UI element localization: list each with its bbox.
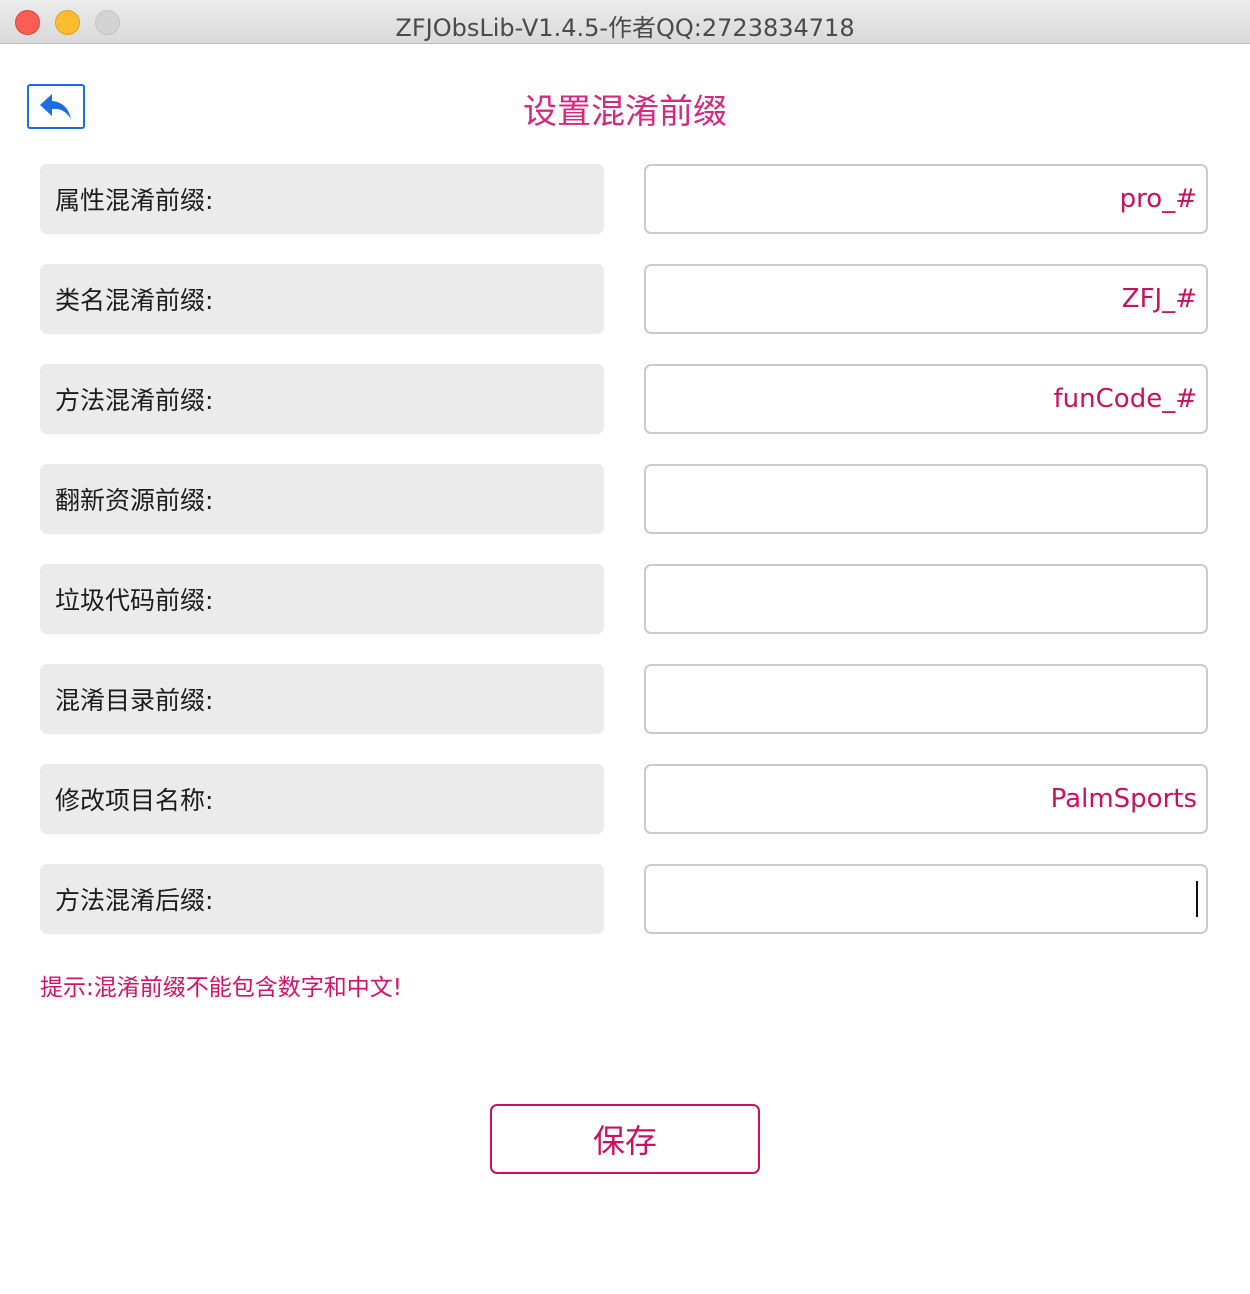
resource-prefix-input[interactable] [644,464,1208,534]
save-button[interactable]: 保存 [490,1104,760,1174]
field-label: 类名混淆前缀: [40,264,604,334]
page-title: 设置混淆前缀 [523,92,727,132]
field-label: 混淆目录前缀: [40,664,604,734]
method-prefix-input[interactable]: funCode_# [644,364,1208,434]
junk-code-prefix-input[interactable] [644,564,1208,634]
form-row-property-prefix: 属性混淆前缀: pro_# [40,164,1208,234]
hint-text: 提示:混淆前缀不能包含数字和中文! [40,975,402,1001]
field-label: 垃圾代码前缀: [40,564,604,634]
field-label: 修改项目名称: [40,764,604,834]
form-row-directory-prefix: 混淆目录前缀: [40,664,1208,734]
class-prefix-input[interactable]: ZFJ_# [644,264,1208,334]
form-row-junk-code-prefix: 垃圾代码前缀: [40,564,1208,634]
form-row-project-name: 修改项目名称: PalmSports [40,764,1208,834]
text-caret [1196,881,1198,917]
form-row-class-prefix: 类名混淆前缀: ZFJ_# [40,264,1208,334]
property-prefix-input[interactable]: pro_# [644,164,1208,234]
window-title: ZFJObsLib-V1.4.5-作者QQ:2723834718 [395,14,855,42]
title-bar: ZFJObsLib-V1.4.5-作者QQ:2723834718 [0,0,1250,44]
method-suffix-input[interactable] [644,864,1208,934]
project-name-input[interactable]: PalmSports [644,764,1208,834]
field-label: 属性混淆前缀: [40,164,604,234]
field-label: 方法混淆后缀: [40,864,604,934]
directory-prefix-input[interactable] [644,664,1208,734]
form-row-resource-prefix: 翻新资源前缀: [40,464,1208,534]
field-label: 方法混淆前缀: [40,364,604,434]
form-row-method-prefix: 方法混淆前缀: funCode_# [40,364,1208,434]
form-row-method-suffix: 方法混淆后缀: [40,864,1208,934]
field-label: 翻新资源前缀: [40,464,604,534]
